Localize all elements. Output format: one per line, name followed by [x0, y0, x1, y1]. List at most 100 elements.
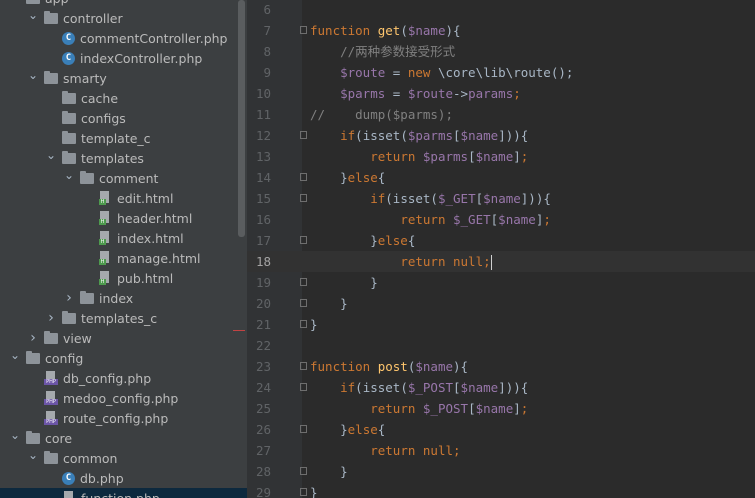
tree-item-smarty[interactable]: ⌄ smarty	[0, 68, 247, 88]
code-line[interactable]: 22	[247, 335, 755, 356]
tree-item-label: edit.html	[117, 190, 174, 206]
tree-item-function-php[interactable]: PHP function.php	[0, 488, 247, 498]
code-token: (isset(	[355, 380, 408, 395]
chevron-right-icon[interactable]: ›	[64, 290, 74, 306]
code-token: if	[370, 191, 386, 206]
tree-scrollbar[interactable]	[238, 0, 245, 237]
fold-marker-icon[interactable]	[300, 236, 307, 244]
code-line[interactable]: 13 return $parms[$name];	[247, 146, 755, 167]
code-line[interactable]: 11 // dump($parms);	[247, 104, 755, 125]
fold-marker-icon[interactable]	[300, 383, 307, 391]
tree-item-db-php[interactable]: Cdb.php	[0, 468, 247, 488]
code-token: }	[310, 317, 318, 332]
fold-marker-icon[interactable]	[300, 278, 307, 286]
code-line[interactable]: 23 function post($name){	[247, 356, 755, 377]
chevron-down-icon[interactable]: ⌄	[10, 428, 20, 442]
tree-item-templates[interactable]: ⌄ templates	[0, 148, 247, 168]
fold-marker-icon[interactable]	[300, 425, 307, 433]
tree-item-common[interactable]: ⌄ common	[0, 448, 247, 468]
code-text: $parms = $route->params;	[310, 83, 521, 104]
fold-marker-icon[interactable]	[300, 131, 307, 139]
tree-item-label: index.html	[117, 230, 184, 246]
tree-item-templates-c[interactable]: › templates_c	[0, 308, 247, 328]
tree-item-medoo-config-php[interactable]: PHP medoo_config.php	[0, 388, 247, 408]
fold-marker-icon[interactable]	[300, 467, 307, 475]
tree-item-commentcontroller-php[interactable]: CcommentController.php	[0, 28, 247, 48]
tree-item-edit-html[interactable]: Hedit.html	[0, 188, 247, 208]
tree-item-cache[interactable]: cache	[0, 88, 247, 108]
code-line[interactable]: 20 }	[247, 293, 755, 314]
code-editor[interactable]: 6 7 function get($name){8 //两种参数接受形式 9 $rou…	[247, 0, 755, 498]
line-number: 11	[255, 107, 271, 122]
fold-marker-icon[interactable]	[300, 488, 307, 496]
tree-item-controller[interactable]: ⌄ controller	[0, 8, 247, 28]
chevron-down-icon[interactable]: ⌄	[10, 348, 20, 362]
code-token: ])){	[498, 128, 529, 143]
tree-item-app[interactable]: ⌄ app	[0, 0, 247, 8]
fold-marker-icon[interactable]	[300, 362, 307, 370]
tree-item-template-c[interactable]: template_c	[0, 128, 247, 148]
code-line[interactable]: 17 }else{	[247, 230, 755, 251]
tree-item-label: medoo_config.php	[63, 390, 179, 406]
tree-item-label: db_config.php	[63, 370, 152, 386]
code-line[interactable]: 10 $parms = $route->params;	[247, 83, 755, 104]
code-line[interactable]: 6	[247, 0, 755, 20]
tree-item-manage-html[interactable]: Hmanage.html	[0, 248, 247, 268]
code-line[interactable]: 27 return null;	[247, 440, 755, 461]
code-line[interactable]: 29}	[247, 482, 755, 498]
fold-marker-icon[interactable]	[300, 194, 307, 202]
tree-item-comment[interactable]: ⌄ comment	[0, 168, 247, 188]
tree-item-view[interactable]: › view	[0, 328, 247, 348]
code-line[interactable]: 21}	[247, 314, 755, 335]
folder-icon	[26, 430, 40, 444]
chevron-down-icon[interactable]: ⌄	[28, 8, 38, 22]
php-file-icon: PHP	[44, 391, 58, 405]
html-file-icon: H	[98, 231, 112, 245]
code-line[interactable]: 25 return $_POST[$name];	[247, 398, 755, 419]
code-token: $name	[415, 359, 454, 374]
code-line[interactable]: 28 }	[247, 461, 755, 482]
tree-item-indexcontroller-php[interactable]: CindexController.php	[0, 48, 247, 68]
code-line[interactable]: 16 return $_GET[$name];	[247, 209, 755, 230]
fold-marker-icon[interactable]	[300, 173, 307, 181]
tree-item-db-config-php[interactable]: PHP db_config.php	[0, 368, 247, 388]
tree-item-header-html[interactable]: Hheader.html	[0, 208, 247, 228]
code-token: $name	[475, 149, 514, 164]
tree-item-pub-html[interactable]: Hpub.html	[0, 268, 247, 288]
code-line[interactable]: 24 if(isset($_POST[$name])){	[247, 377, 755, 398]
code-line[interactable]: 9 $route = new \core\lib\route();	[247, 62, 755, 83]
code-line[interactable]: 26 }else{	[247, 419, 755, 440]
fold-marker-icon[interactable]	[300, 26, 307, 34]
code-line[interactable]: 8 //两种参数接受形式	[247, 41, 755, 62]
code-token: if	[340, 128, 356, 143]
code-line[interactable]: 12 if(isset($parms[$name])){	[247, 125, 755, 146]
chevron-right-icon[interactable]: ›	[46, 310, 56, 326]
fold-marker-icon[interactable]	[300, 299, 307, 307]
chevron-down-icon[interactable]: ⌄	[28, 68, 38, 82]
code-text: }else{	[310, 230, 415, 251]
chevron-down-icon[interactable]: ⌄	[64, 168, 74, 182]
tree-item-core[interactable]: ⌄ core	[0, 428, 247, 448]
tree-item-route-config-php[interactable]: PHP route_config.php	[0, 408, 247, 428]
tree-item-config[interactable]: ⌄ config	[0, 348, 247, 368]
code-line[interactable]: 15 if(isset($_GET[$name])){	[247, 188, 755, 209]
chevron-down-icon[interactable]: ⌄	[46, 148, 56, 162]
tree-item-configs[interactable]: configs	[0, 108, 247, 128]
current-code-line[interactable]: 18 return null;	[247, 251, 755, 272]
code-text: // dump($parms);	[310, 104, 453, 125]
code-line[interactable]: 19 }	[247, 272, 755, 293]
chevron-right-icon[interactable]: ›	[28, 330, 38, 346]
code-token: {	[377, 170, 386, 185]
chevron-down-icon[interactable]: ⌄	[28, 448, 38, 462]
folder-icon	[62, 110, 76, 124]
chevron-down-icon[interactable]: ⌄	[10, 0, 20, 2]
tree-item-label: core	[45, 430, 73, 446]
code-line[interactable]: 14 }else{	[247, 167, 755, 188]
tree-item-index-html[interactable]: Hindex.html	[0, 228, 247, 248]
fold-marker-icon[interactable]	[300, 320, 307, 328]
tree-item-index[interactable]: › index	[0, 288, 247, 308]
code-token: function	[310, 23, 378, 38]
code-line[interactable]: 7 function get($name){	[247, 20, 755, 41]
code-token: (isset(	[385, 191, 438, 206]
